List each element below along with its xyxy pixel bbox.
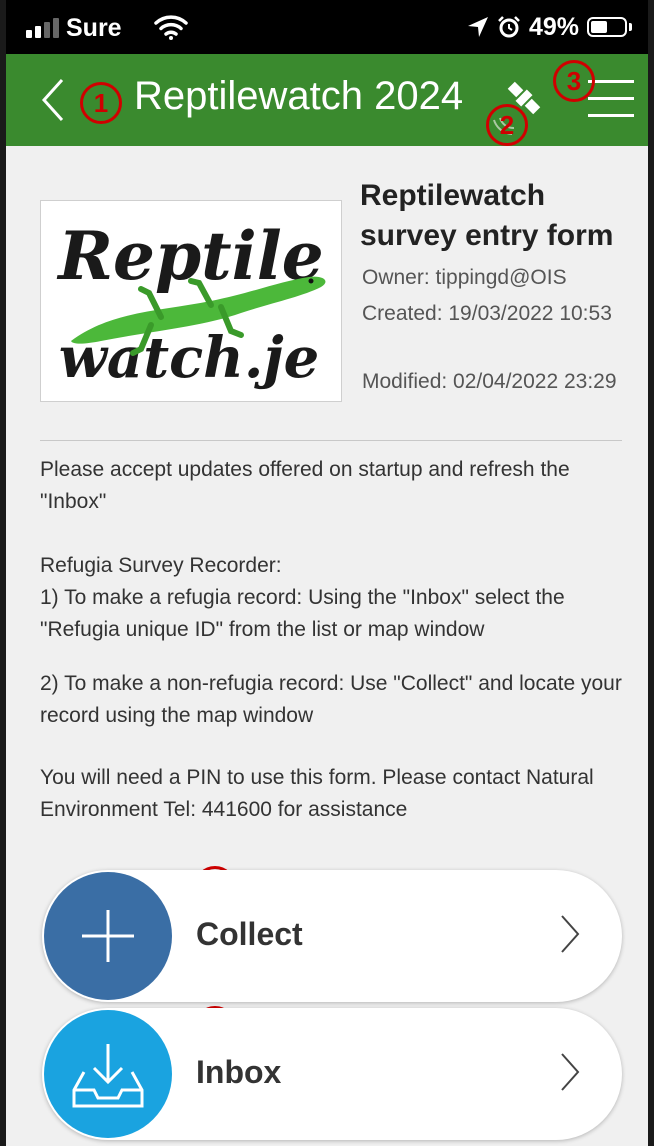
- callout-marker: 3: [553, 60, 595, 102]
- survey-modified: Modified: 02/04/2022 23:29: [362, 370, 617, 393]
- description-paragraph: 2) To make a non-refugia record: Use "Co…: [40, 672, 622, 727]
- app-title: Reptilewatch 2024: [134, 74, 464, 118]
- survey-owner: Owner: tippingd@OIS: [362, 266, 567, 289]
- hamburger-menu-icon[interactable]: [588, 80, 634, 120]
- inbox-label: Inbox: [196, 1054, 282, 1090]
- carrier-name: Sure: [66, 14, 122, 42]
- description-paragraph: 1) To make a refugia record: Using the "…: [40, 586, 565, 641]
- alarm-clock-icon: [498, 16, 520, 38]
- survey-logo: Reptile watch.je: [40, 200, 342, 402]
- callout-marker: 2: [486, 104, 528, 146]
- survey-title: Reptilewatch survey entry form: [360, 179, 614, 252]
- plus-icon: [44, 872, 172, 1000]
- description-paragraph: Refugia Survey Recorder:: [40, 554, 282, 577]
- inbox-button[interactable]: Inbox: [42, 1008, 622, 1140]
- status-bar: Sure 49%: [6, 0, 648, 54]
- collect-button[interactable]: Collect: [42, 870, 622, 1002]
- battery-tip: [629, 23, 632, 31]
- signal-bars-icon: [26, 16, 62, 38]
- collect-label: Collect: [196, 916, 303, 952]
- battery-icon: [587, 17, 627, 37]
- description-paragraph: Please accept updates offered on startup…: [40, 458, 570, 513]
- back-chevron-icon[interactable]: [38, 76, 68, 124]
- battery-percentage: 49%: [528, 12, 579, 41]
- description-paragraph: You will need a PIN to use this form. Pl…: [40, 766, 594, 821]
- location-arrow-icon: [467, 17, 488, 37]
- callout-marker: 1: [80, 82, 122, 124]
- chevron-right-icon: [561, 1053, 580, 1091]
- chevron-right-icon: [561, 915, 580, 953]
- survey-created: Created: 19/03/2022 10:53: [362, 302, 612, 325]
- wifi-icon: [154, 15, 188, 40]
- inbox-tray-icon: [44, 1010, 172, 1138]
- divider: [40, 440, 622, 441]
